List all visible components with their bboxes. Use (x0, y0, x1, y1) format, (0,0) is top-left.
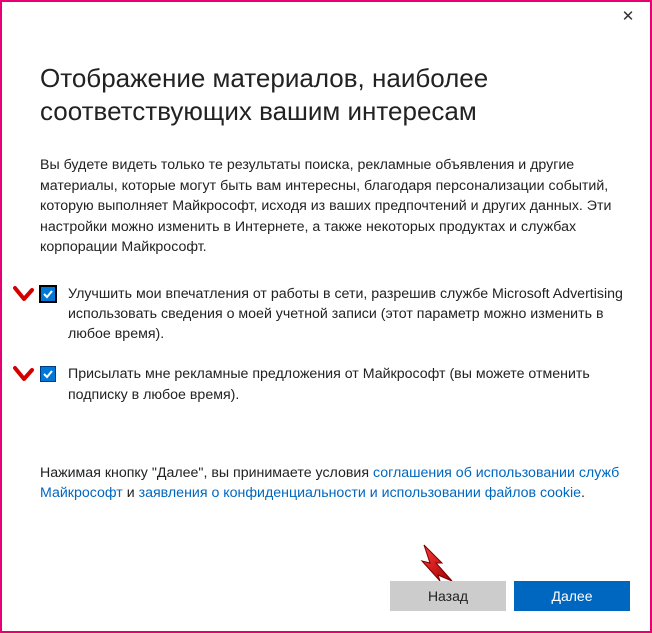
option-promotions-label: Присылать мне рекламные предложения от М… (68, 364, 626, 404)
option-advertising-label: Улучшить мои впечатления от работы в сет… (68, 284, 626, 344)
checkbox-advertising[interactable] (40, 286, 56, 302)
legal-mid: и (123, 485, 139, 501)
close-icon[interactable]: ✕ (614, 6, 642, 28)
titlebar: ✕ (2, 2, 650, 32)
button-row: Назад Далее (390, 581, 630, 611)
checkbox-promotions[interactable] (40, 366, 56, 382)
annotation-arrow-icon (12, 366, 34, 388)
annotation-arrow-icon (12, 286, 34, 308)
content: Отображение материалов, наиболее соответ… (40, 62, 648, 622)
legal-prefix: Нажимая кнопку "Далее", вы принимаете ус… (40, 465, 373, 481)
option-advertising: Улучшить мои впечатления от работы в сет… (40, 284, 626, 344)
legal-text: Нажимая кнопку "Далее", вы принимаете ус… (40, 463, 626, 504)
lead-paragraph: Вы будете видеть только те результаты по… (40, 155, 626, 258)
dialog-window: ✕ Отображение материалов, наиболее соотв… (0, 0, 652, 633)
legal-suffix: . (581, 485, 585, 501)
page-title: Отображение материалов, наиболее соответ… (40, 62, 626, 127)
back-button[interactable]: Назад (390, 581, 506, 611)
next-button[interactable]: Далее (514, 581, 630, 611)
content-scroll[interactable]: Отображение материалов, наиболее соответ… (2, 32, 650, 631)
link-privacy[interactable]: заявления о конфиденциальности и использ… (139, 485, 581, 501)
option-promotions: Присылать мне рекламные предложения от М… (40, 364, 626, 404)
